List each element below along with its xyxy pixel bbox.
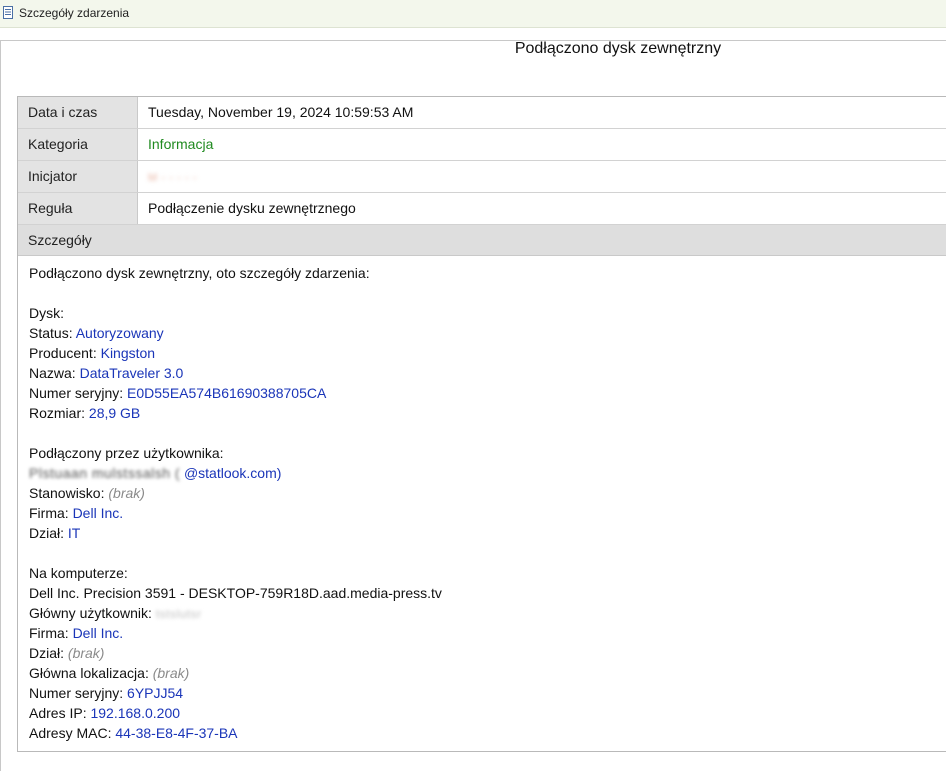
field-value: Informacja xyxy=(148,136,214,152)
computer-mac: Adresy MAC: 44-38-E8-4F-37-BA xyxy=(29,723,238,743)
field-value: Tuesday, November 19, 2024 10:59:53 AM xyxy=(148,104,414,120)
computer-name: Dell Inc. Precision 3591 - DESKTOP-759R1… xyxy=(29,585,442,601)
value: Autoryzowany xyxy=(75,325,164,341)
disk-serial: Numer seryjny: E0D55EA574B61690388705CA xyxy=(29,383,326,403)
disk-status: Status: Autoryzowany xyxy=(29,323,164,343)
user-identity: Plstuaan mulstssalsh ( @statlook.com) xyxy=(29,463,281,483)
disk-header: Dysk: xyxy=(29,305,64,321)
computer-company: Firma: Dell Inc. xyxy=(29,623,123,643)
label: Status: xyxy=(29,325,73,341)
computer-header: Na komputerze: xyxy=(29,565,128,581)
value: (brak) xyxy=(152,665,190,681)
label: Główny użytkownik: xyxy=(29,605,152,621)
field-label: Kategoria xyxy=(18,129,138,160)
value: 6YPJJ54 xyxy=(127,685,184,701)
field-value: Podłączenie dysku zewnętrznego xyxy=(148,200,356,216)
label: Główna lokalizacja: xyxy=(29,665,149,681)
document-icon xyxy=(3,6,13,19)
user-workstation: Stanowisko: (brak) xyxy=(29,483,145,503)
label: Rozmiar: xyxy=(29,405,86,421)
user-department: Dział: IT xyxy=(29,523,80,543)
disk-size: Rozmiar: 28,9 GB xyxy=(29,403,140,423)
value: (brak) xyxy=(67,645,105,661)
label: Dział: xyxy=(29,525,65,541)
window-titlebar: Szczegóły zdarzenia xyxy=(0,0,946,28)
label: Adresy MAC: xyxy=(29,725,112,741)
details-intro: Podłączono dysk zewnętrzny, oto szczegół… xyxy=(29,265,370,281)
label: Producent: xyxy=(29,345,97,361)
initiator-redacted-value: M - - - - - xyxy=(148,172,198,184)
main-user: Główny użytkownik: tstslutsr xyxy=(29,603,202,623)
value: DataTraveler 3.0 xyxy=(79,365,184,381)
disk-vendor: Producent: Kingston xyxy=(29,343,155,363)
event-heading-text: Podłączono dysk zewnętrzny xyxy=(514,40,722,57)
window-title: Szczegóły zdarzenia xyxy=(19,6,130,20)
value: Kingston xyxy=(100,345,156,361)
computer-ip: Adres IP: 192.168.0.200 xyxy=(29,703,180,723)
field-row-category: Kategoria Informacja xyxy=(18,129,946,161)
field-label: Inicjator xyxy=(18,161,138,192)
label: Firma: xyxy=(29,625,69,641)
field-label: Reguła xyxy=(18,193,138,224)
label: Dział: xyxy=(29,645,65,661)
value: E0D55EA574B61690388705CA xyxy=(127,385,327,401)
field-row-datetime: Data i czas Tuesday, November 19, 2024 1… xyxy=(18,97,946,129)
value: 28,9 GB xyxy=(88,405,141,421)
label: Numer seryjny: xyxy=(29,685,124,701)
computer-location: Główna lokalizacja: (brak) xyxy=(29,663,189,683)
event-heading: Podłączono dysk zewnętrzny xyxy=(0,40,946,58)
value: IT xyxy=(67,525,81,541)
event-fields-table: Data i czas Tuesday, November 19, 2024 1… xyxy=(17,96,946,256)
field-label: Data i czas xyxy=(18,97,138,128)
label: Nazwa: xyxy=(29,365,76,381)
user-redacted-name: Plstuaan mulstssalsh ( xyxy=(29,465,181,481)
label: Adres IP: xyxy=(29,705,87,721)
computer-department: Dział: (brak) xyxy=(29,643,104,663)
details-body: Podłączono dysk zewnętrzny, oto szczegół… xyxy=(17,252,946,752)
user-email: @statlook.com) xyxy=(183,465,282,481)
value: Dell Inc. xyxy=(72,505,124,521)
label: Stanowisko: xyxy=(29,485,105,501)
label: Numer seryjny: xyxy=(29,385,124,401)
field-value-wrap: M - - - - - xyxy=(148,161,198,192)
value: 44-38-E8-4F-37-BA xyxy=(115,725,238,741)
user-header: Podłączony przez użytkownika: xyxy=(29,445,224,461)
value: Dell Inc. xyxy=(72,625,124,641)
disk-name: Nazwa: DataTraveler 3.0 xyxy=(29,363,183,383)
main-user-redacted: tstslutsr xyxy=(155,607,202,621)
label: Firma: xyxy=(29,505,69,521)
field-row-rule: Reguła Podłączenie dysku zewnętrznego xyxy=(18,193,946,225)
field-row-initiator: Inicjator M - - - - - xyxy=(18,161,946,193)
value: 192.168.0.200 xyxy=(90,705,181,721)
user-company: Firma: Dell Inc. xyxy=(29,503,123,523)
computer-serial: Numer seryjny: 6YPJJ54 xyxy=(29,683,183,703)
value: (brak) xyxy=(108,485,145,501)
